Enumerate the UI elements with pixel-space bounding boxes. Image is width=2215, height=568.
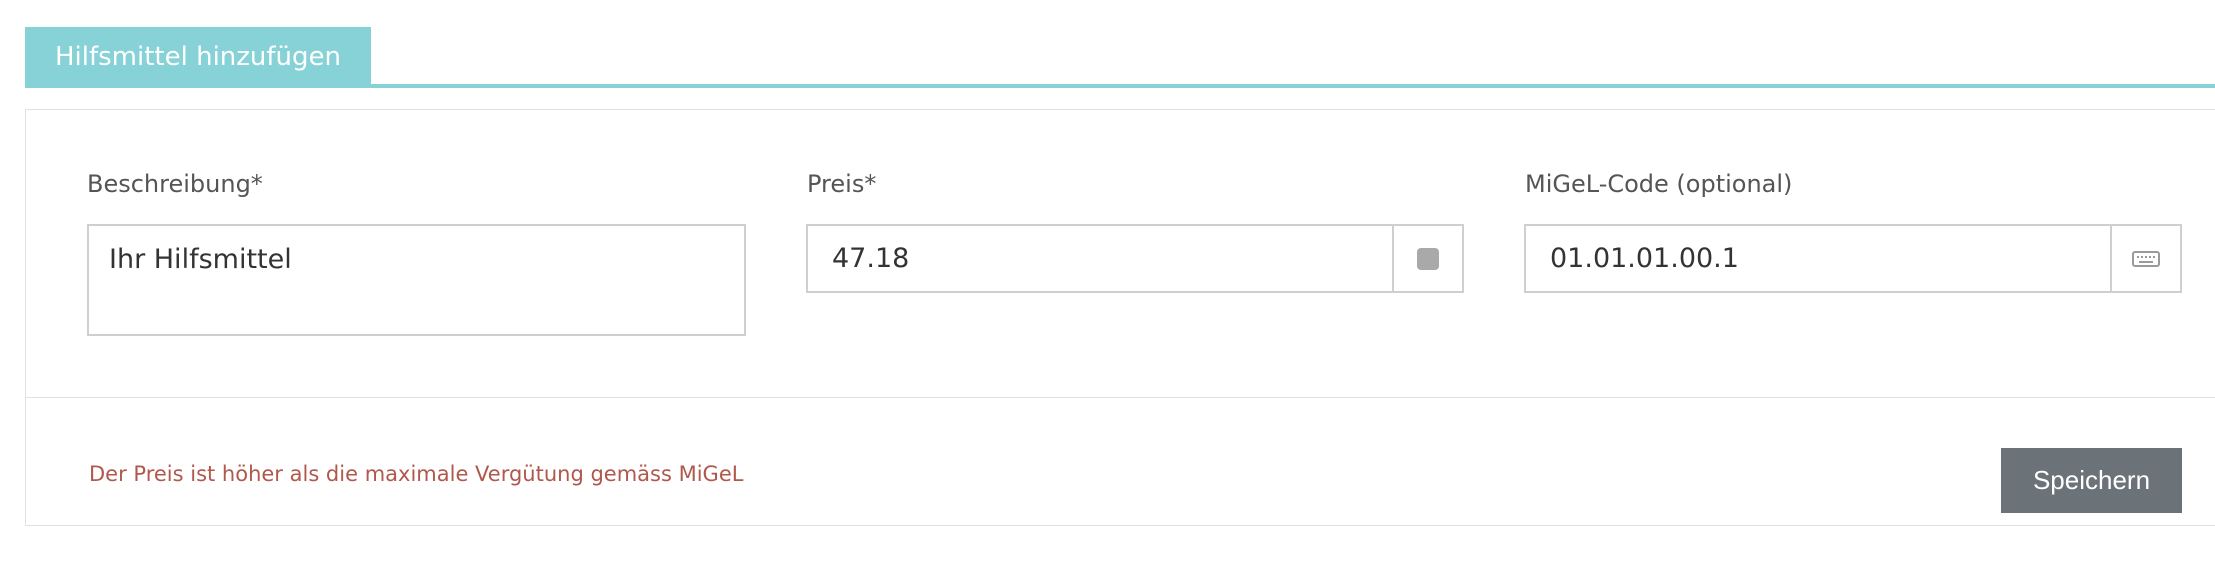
migel-label: MiGeL-Code (optional) — [1525, 170, 1793, 198]
preis-addon[interactable] — [1392, 226, 1462, 291]
price-warning: Der Preis ist höher als die maximale Ver… — [89, 462, 744, 486]
preis-input[interactable]: 47.18 — [808, 226, 1392, 291]
migel-addon[interactable] — [2110, 226, 2180, 291]
beschreibung-label: Beschreibung* — [87, 170, 263, 198]
tab-label: Hilfsmittel hinzufügen — [54, 41, 342, 72]
beschreibung-textarea[interactable]: Ihr Hilfsmittel — [87, 224, 746, 336]
square-icon — [1417, 247, 1439, 270]
save-button[interactable]: Speichern — [2001, 448, 2182, 513]
tab-hilfsmittel-hinzufuegen[interactable]: Hilfsmittel hinzufügen — [25, 27, 371, 86]
preis-input-group: 47.18 — [806, 224, 1464, 293]
preis-label: Preis* — [807, 170, 877, 198]
keyboard-icon — [2132, 250, 2160, 267]
panel-divider — [26, 397, 2215, 398]
form-panel: Beschreibung* Ihr Hilfsmittel Preis* 47.… — [25, 109, 2215, 526]
migel-input-group: 01.01.01.00.1 — [1524, 224, 2182, 293]
migel-input[interactable]: 01.01.01.00.1 — [1526, 226, 2110, 291]
tab-underline — [25, 84, 2215, 88]
